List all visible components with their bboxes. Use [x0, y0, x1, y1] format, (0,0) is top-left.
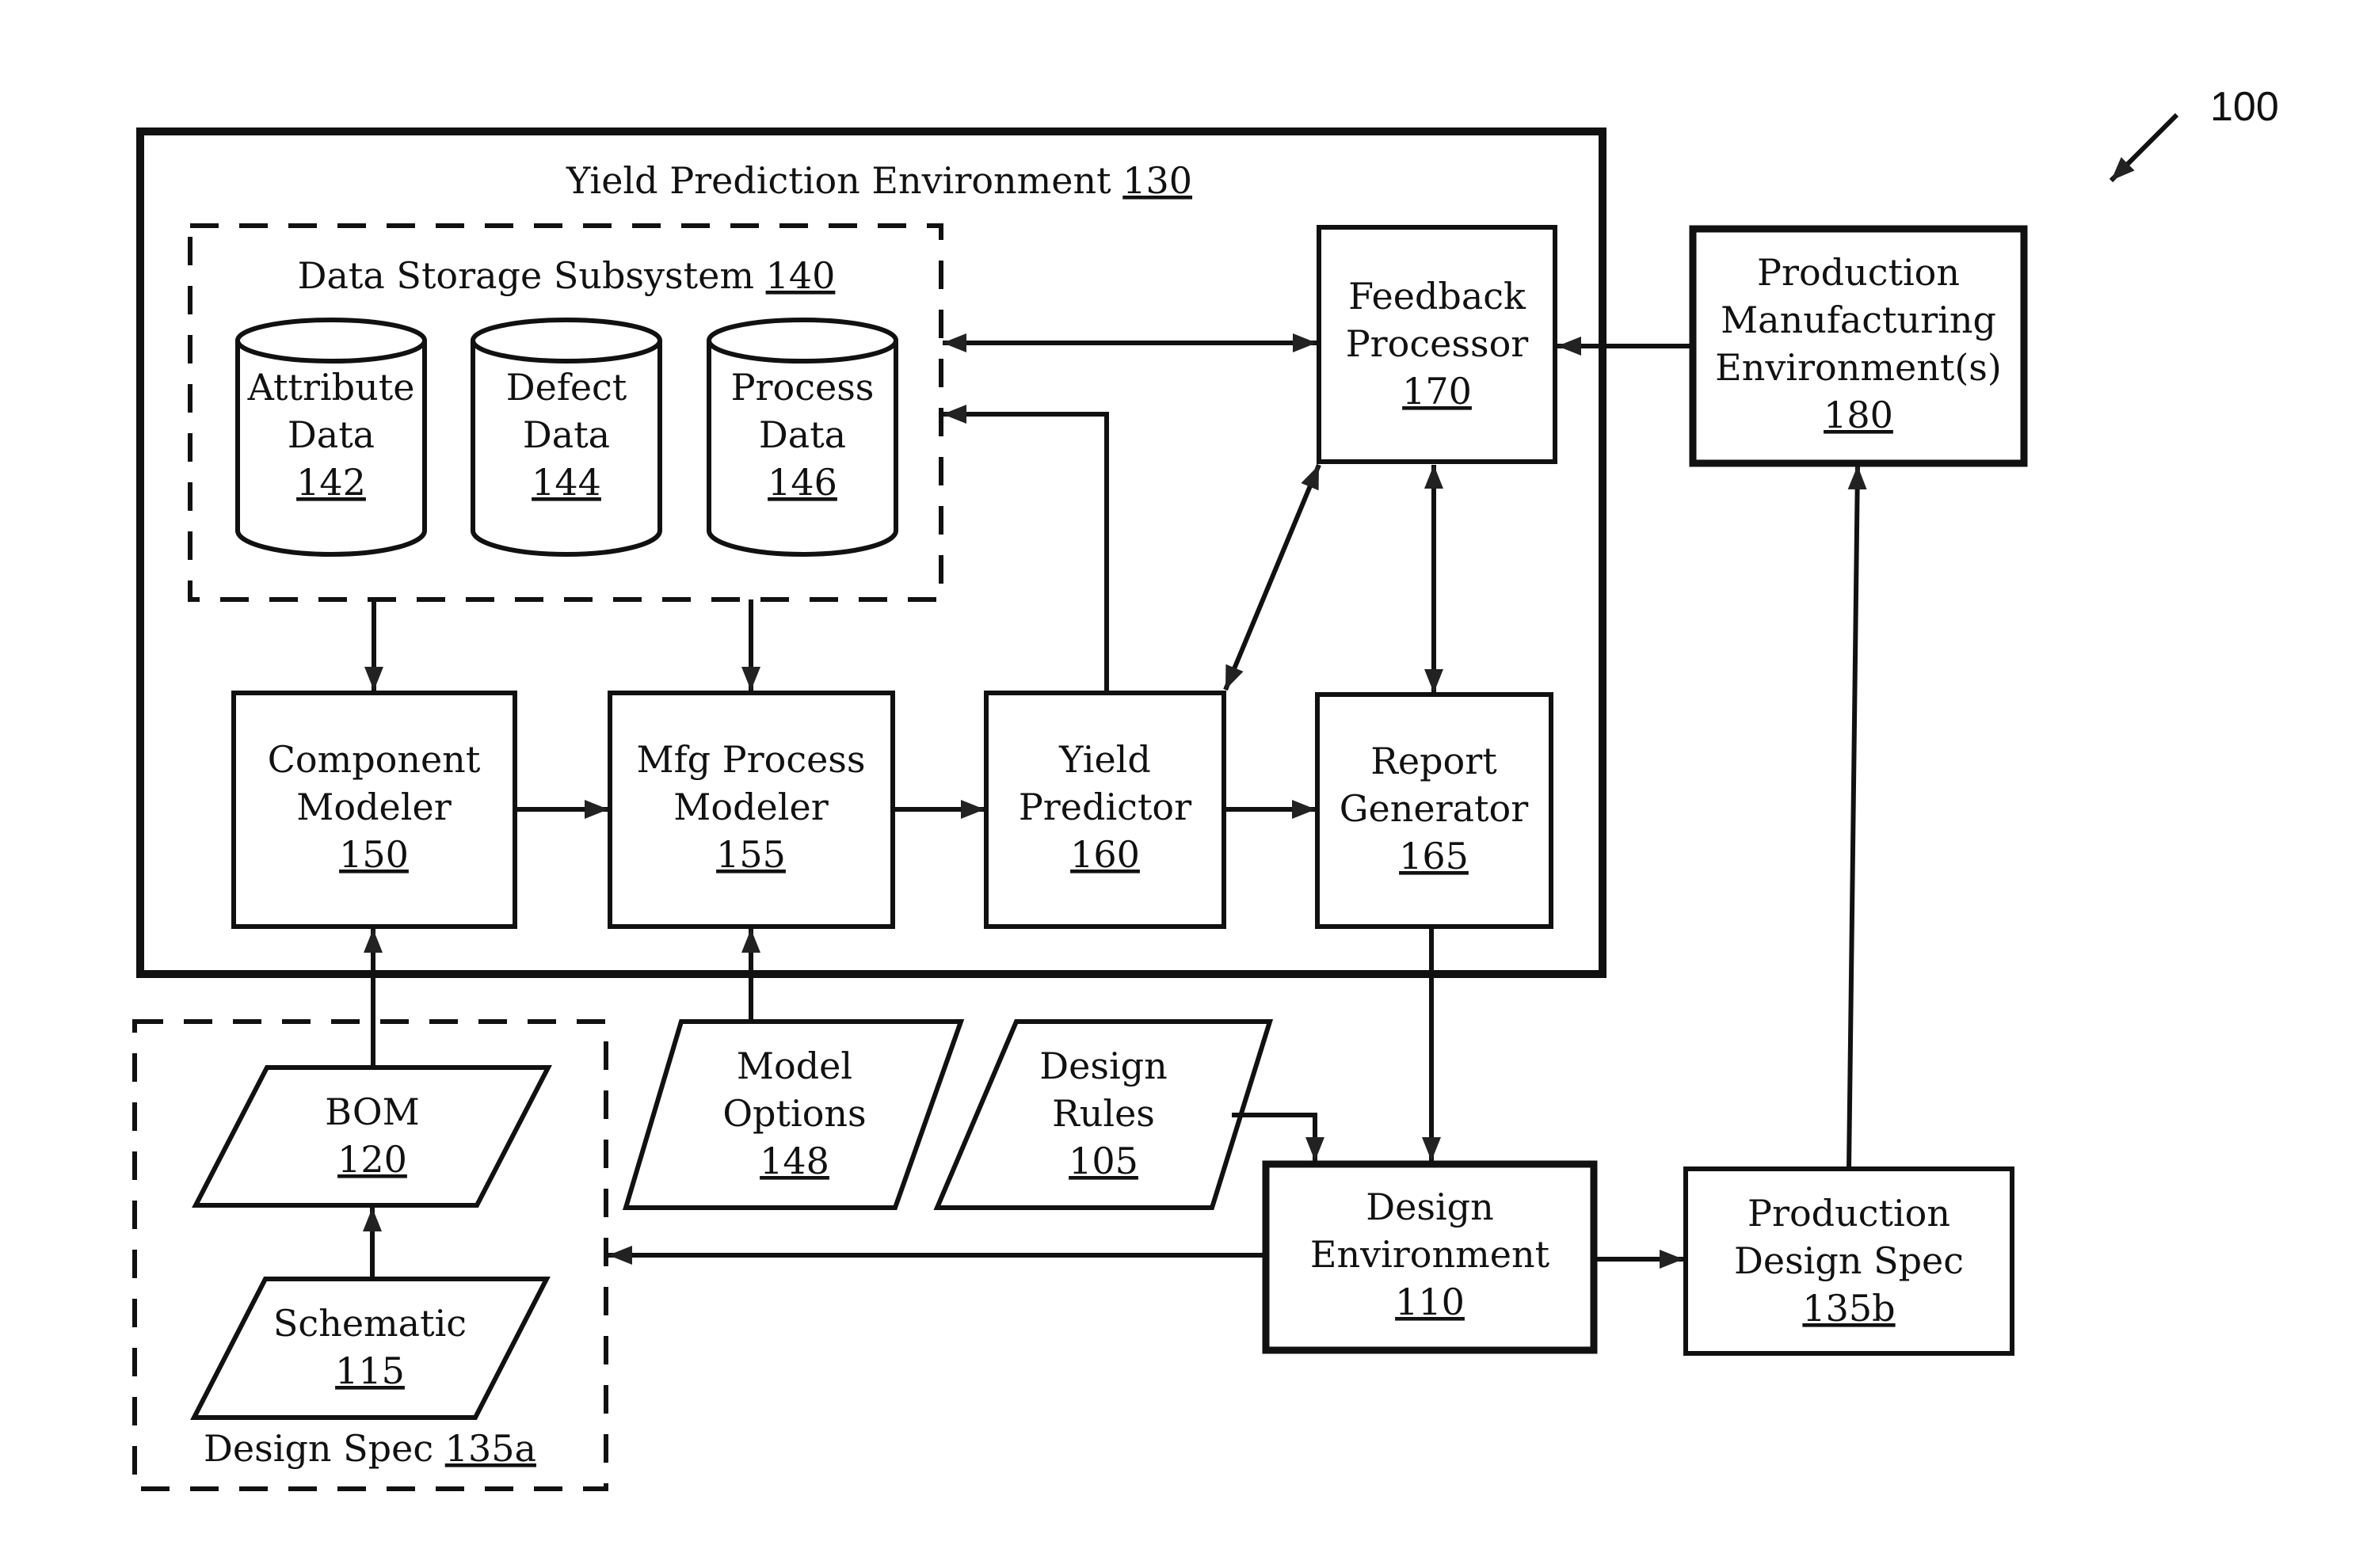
database-process-data[interactable]: Process Data 146 — [707, 318, 898, 557]
svg-text:Modeler: Modeler — [673, 786, 828, 828]
svg-text:Report: Report — [1370, 740, 1497, 782]
svg-text:Environment(s): Environment(s) — [1715, 346, 2002, 389]
svg-text:Production: Production — [1757, 251, 1960, 294]
figure-ref-label: 100 — [2210, 84, 2279, 130]
svg-text:Defect: Defect — [506, 366, 627, 409]
svg-text:105: 105 — [1069, 1140, 1138, 1182]
svg-text:Modeler: Modeler — [296, 786, 451, 828]
arrow-design-rules-to-design-env — [1232, 1113, 1324, 1161]
svg-text:170: 170 — [1402, 370, 1472, 413]
yield-prediction-diagram: 100 Yield Prediction Environment 130 Dat… — [132, 84, 2279, 1491]
design-spec-135a-label: Design Spec 135a — [204, 1427, 536, 1470]
bom-input[interactable]: BOM 120 — [192, 1065, 552, 1208]
svg-text:Predictor: Predictor — [1019, 786, 1191, 828]
svg-text:Design: Design — [1039, 1045, 1168, 1087]
feedback-processor-block[interactable]: Feedback Processor 170 — [1317, 225, 1557, 464]
schematic-input[interactable]: Schematic 115 — [190, 1277, 551, 1420]
svg-text:Generator: Generator — [1340, 787, 1528, 830]
svg-text:Component: Component — [268, 738, 481, 781]
svg-text:Mfg Process: Mfg Process — [636, 738, 865, 781]
database-defect-data[interactable]: Defect Data 144 — [471, 318, 662, 557]
svg-text:Production: Production — [1747, 1192, 1950, 1235]
svg-text:Options: Options — [722, 1092, 866, 1135]
svg-text:165: 165 — [1399, 835, 1469, 877]
figure-ref-arrow — [2109, 112, 2179, 183]
svg-text:148: 148 — [760, 1140, 829, 1182]
yield-prediction-environment-label: Yield Prediction Environment 130 — [566, 159, 1192, 202]
svg-text:160: 160 — [1070, 833, 1140, 876]
arrow-prod-spec-to-prod-mfg — [1847, 465, 1867, 1170]
component-modeler-block[interactable]: Component Modeler 150 — [231, 691, 517, 929]
svg-text:110: 110 — [1395, 1281, 1465, 1323]
svg-text:Schematic: Schematic — [273, 1302, 467, 1345]
svg-text:Rules: Rules — [1052, 1092, 1155, 1135]
model-options-input[interactable]: Model Options 148 — [622, 1019, 965, 1210]
svg-text:115: 115 — [335, 1349, 405, 1392]
production-design-spec-block[interactable]: Production Design Spec 135b — [1683, 1166, 2014, 1356]
svg-text:150: 150 — [339, 833, 409, 876]
svg-text:Model: Model — [737, 1045, 852, 1087]
database-attribute-data[interactable]: Attribute Data 142 — [235, 318, 427, 557]
arrow-yield-predictor-to-storage — [943, 405, 1109, 693]
svg-text:120: 120 — [337, 1138, 407, 1181]
mfg-process-modeler-block[interactable]: Mfg Process Modeler 155 — [608, 691, 895, 929]
svg-text:Data: Data — [759, 413, 846, 456]
yield-predictor-block[interactable]: Yield Predictor 160 — [984, 691, 1226, 929]
svg-text:Design: Design — [1366, 1186, 1494, 1228]
svg-text:Attribute: Attribute — [247, 366, 415, 409]
design-environment-block[interactable]: Design Environment 110 — [1262, 1160, 1598, 1354]
svg-text:146: 146 — [768, 461, 837, 504]
svg-text:Process: Process — [731, 366, 875, 409]
production-manufacturing-environment-block[interactable]: Production Manufacturing Environment(s) … — [1689, 225, 2028, 467]
report-generator-block[interactable]: Report Generator 165 — [1315, 692, 1553, 929]
svg-text:155: 155 — [716, 833, 786, 876]
data-storage-subsystem-label: Data Storage Subsystem 140 — [298, 254, 836, 297]
arrow-yield-predictor-feedback — [1223, 463, 1321, 691]
svg-text:Manufacturing: Manufacturing — [1721, 299, 1996, 341]
svg-text:135b: 135b — [1802, 1287, 1895, 1330]
design-rules-input[interactable]: Design Rules 105 — [933, 1019, 1274, 1210]
svg-text:180: 180 — [1824, 394, 1893, 436]
svg-text:Data: Data — [523, 413, 610, 456]
svg-text:Environment: Environment — [1310, 1233, 1550, 1276]
svg-text:142: 142 — [296, 461, 366, 504]
svg-text:Data: Data — [288, 413, 375, 456]
svg-text:Design Spec: Design Spec — [1734, 1239, 1964, 1282]
svg-text:BOM: BOM — [325, 1090, 419, 1133]
svg-text:Processor: Processor — [1346, 322, 1529, 365]
svg-text:Yield: Yield — [1058, 738, 1151, 781]
svg-text:144: 144 — [532, 461, 601, 504]
svg-text:Feedback: Feedback — [1348, 275, 1526, 318]
